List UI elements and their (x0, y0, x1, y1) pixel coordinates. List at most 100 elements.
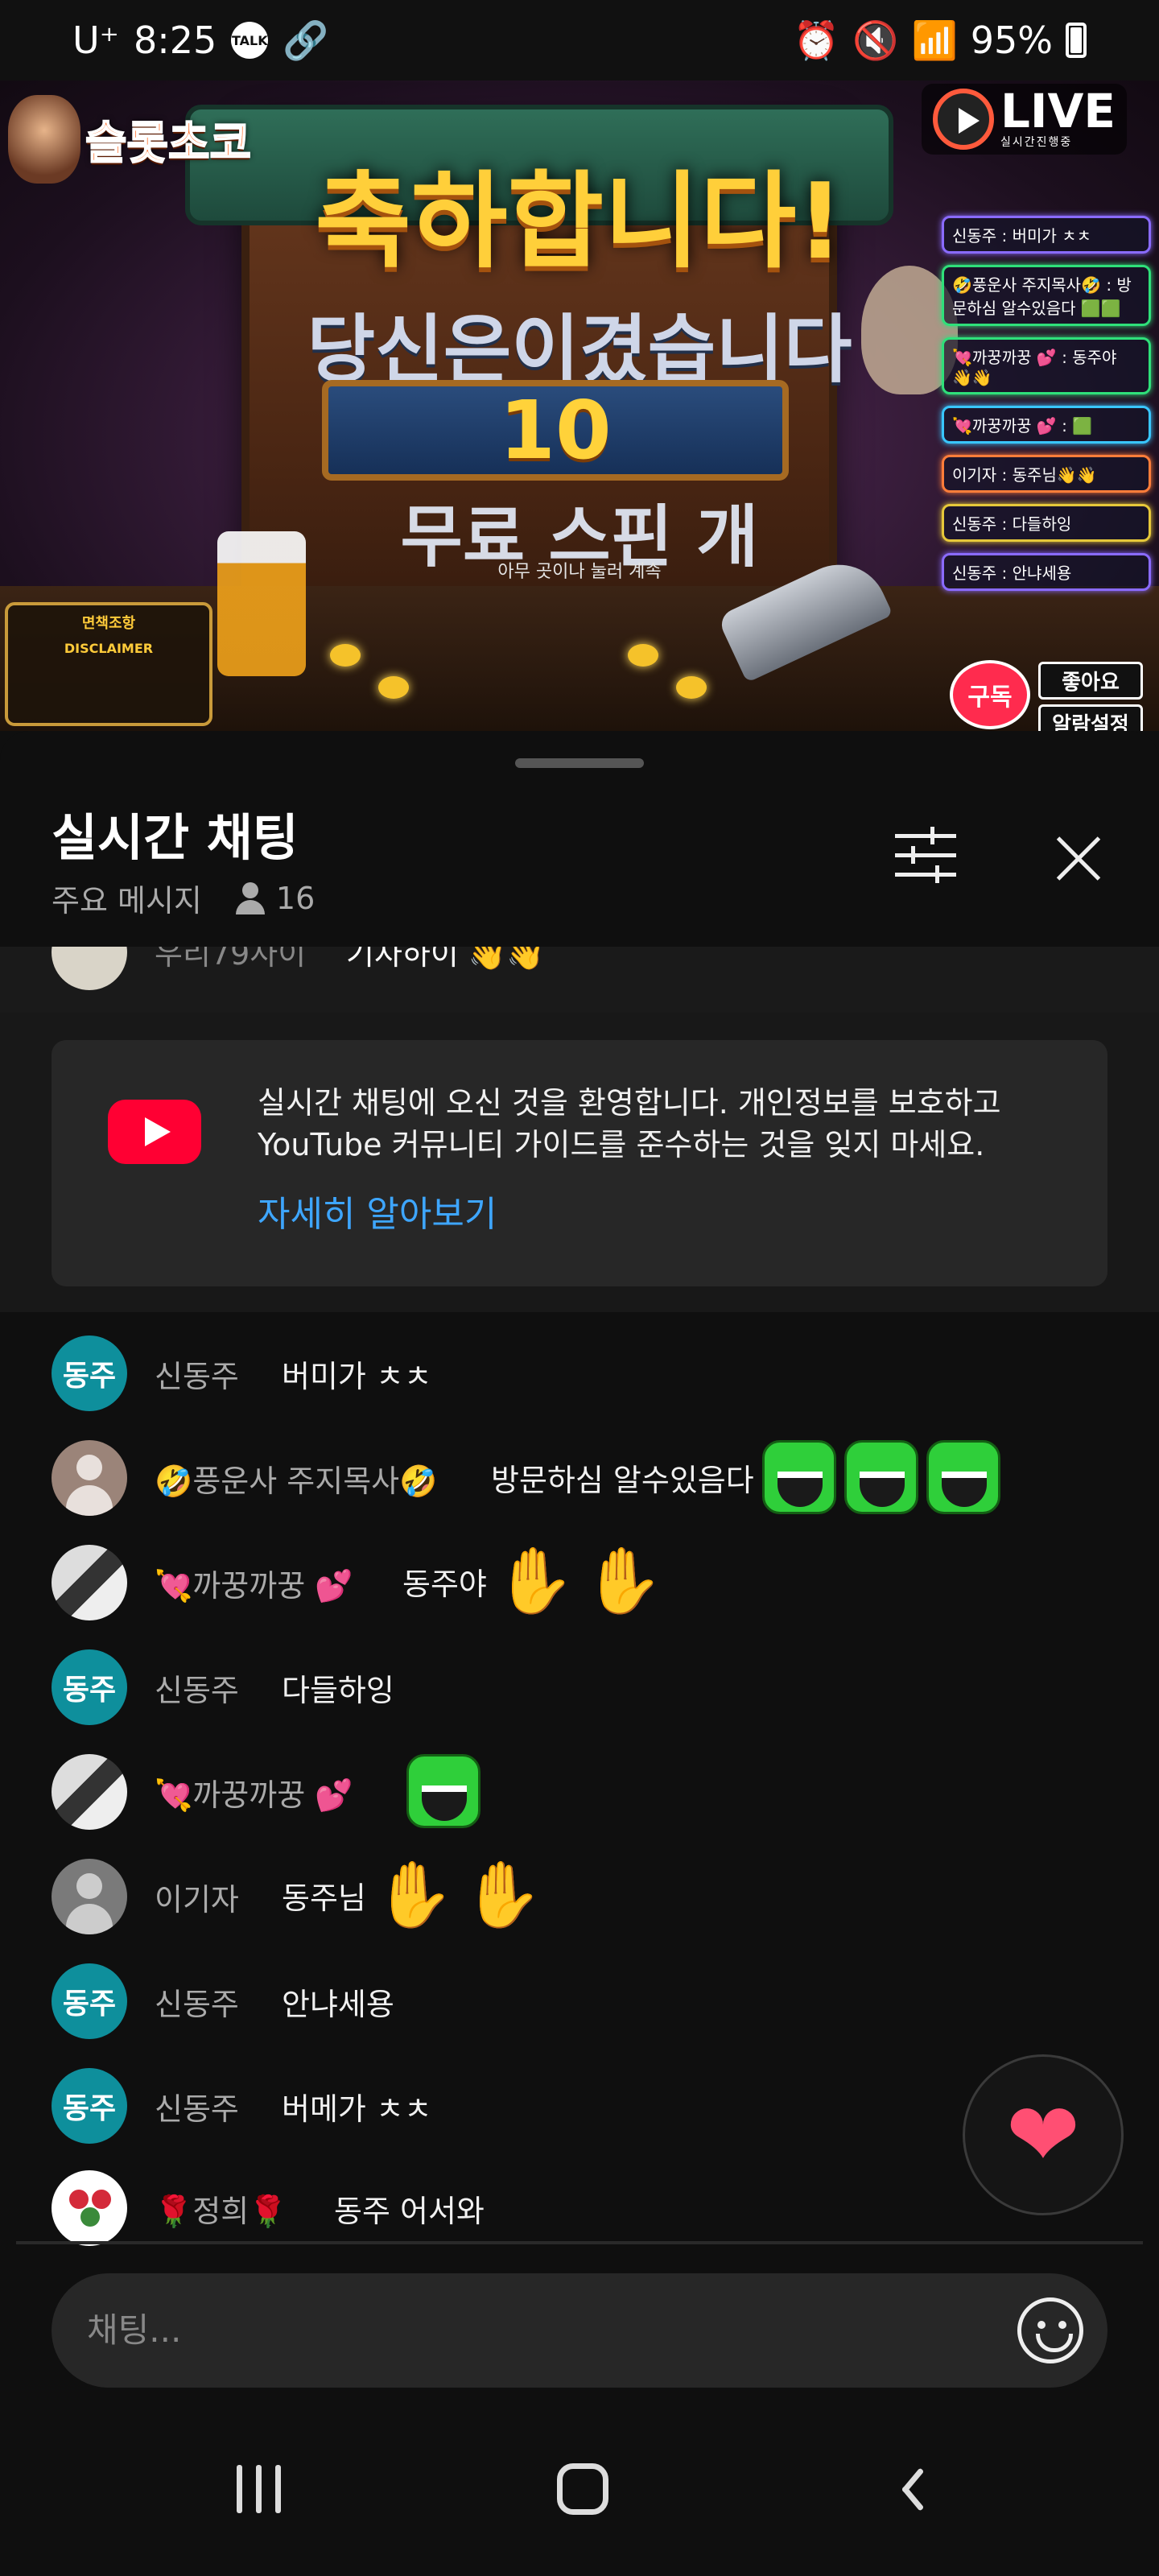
filter-icon-knob (930, 827, 934, 844)
carrier-label: U⁺ (72, 19, 119, 62)
message-author: 💘까꿍까꿍 💕 (155, 1568, 353, 1604)
avatar (52, 1754, 127, 1830)
message-author: 💘까꿍까꿍 💕 (155, 1777, 353, 1813)
chat-title: 실시간 채팅 (52, 808, 299, 867)
overlay-chat-item: 💘까꿍까꿍 💕 : 동주야 👋👋 (942, 337, 1151, 394)
message-body: 동주야 ✋ ✋ (402, 1545, 663, 1617)
chat-message[interactable]: 🤣풍운사 주지목사🤣 방문하심 알수있음다 (0, 1434, 1159, 1522)
like-reaction-button[interactable]: ❤ (963, 2054, 1124, 2215)
avatar (52, 1859, 127, 1934)
like-label: 좋아요 (1038, 662, 1143, 700)
overlay-chat-item: 🤣풍운사 주지목사🤣 : 방문하심 알수있음다 🟩🟩 (942, 265, 1151, 326)
waving-hand-icon: ✋ (462, 1857, 543, 1932)
status-bar: U⁺ 8:25 TALK 🔗 ⏰ 🔇 📶 95% (0, 0, 1159, 80)
live-badge: LIVE 실시간진행중 (921, 84, 1127, 155)
nav-recent-icon[interactable] (237, 2465, 285, 2513)
video-overlay-chat: 신동주 : 버미가 ㅊㅊ 🤣풍운사 주지목사🤣 : 방문하심 알수있음다 🟩🟩 … (942, 216, 1151, 591)
green-laugh-emoji-icon (926, 1440, 1000, 1514)
chat-input-bar (52, 2273, 1107, 2388)
avatar: 동주 (52, 1335, 127, 1411)
message-text: 동주 어서와 (334, 2194, 485, 2229)
nav-recent-bar (275, 2465, 281, 2513)
chat-mode-selector[interactable]: 주요 메시지 (52, 876, 202, 920)
avatar (52, 1545, 127, 1620)
filter-icon-knob (911, 846, 915, 864)
person-icon (234, 881, 266, 914)
coin-image (628, 644, 658, 667)
welcome-text: 실시간 채팅에 오신 것을 환영합니다. 개인정보를 보호하고 YouTube … (258, 1085, 1001, 1162)
subscribe-heart-badge: 구독 (950, 660, 1030, 729)
emoji-icon[interactable] (1017, 2297, 1083, 2363)
filter-icon-knob (935, 865, 939, 883)
filter-icon (895, 834, 956, 838)
chat-message[interactable]: 💘까꿍까꿍 💕 (0, 1748, 1159, 1836)
nav-home-icon[interactable] (557, 2463, 608, 2515)
waving-hand-icon: ✋ (494, 1543, 575, 1618)
overlay-chat-item: 신동주 : 안냐세용 (942, 553, 1151, 591)
message-body: 동주님 ✋ ✋ (282, 1859, 542, 1931)
message-author: 신동주 (155, 1987, 239, 2022)
play-icon (932, 89, 994, 150)
message-author: 🤣풍운사 주지목사🤣 (155, 1463, 438, 1499)
video-player[interactable]: 축하합니다! 당신은이겼습니다 10 무료 스핀 개 아무 곳이나 눌러 계속 … (0, 80, 1159, 731)
message-text: 안냐세용 (282, 1987, 394, 2022)
spins-count: 10 (322, 380, 789, 481)
overlay-chat-item: 신동주 : 다들하잉 (942, 504, 1151, 542)
chat-message[interactable]: 이기자 동주님 ✋ ✋ (0, 1852, 1159, 1941)
link-icon: 🔗 (283, 18, 329, 62)
chat-message[interactable]: 💘까꿍까꿍 💕 동주야 ✋ ✋ (0, 1538, 1159, 1627)
overlay-chat-item: 💘까꿍까꿍 💕 : 🟩 (942, 406, 1151, 444)
green-laugh-emoji-icon (843, 1440, 918, 1514)
message-text: 방문하심 알수있음다 (491, 1462, 754, 1498)
drag-handle[interactable] (515, 758, 644, 768)
avatar: 동주 (52, 2068, 127, 2144)
message-text: 다들하잉 (282, 1673, 394, 1708)
avatar (52, 2170, 127, 2246)
learn-more-link[interactable]: 자세히 알아보기 (258, 1185, 497, 1236)
coin-image (378, 676, 409, 699)
nav-recent-bar (237, 2465, 242, 2513)
disclaimer-title-en: DISCLAIMER (64, 641, 154, 656)
system-nav-bar (0, 2389, 1159, 2576)
chat-input[interactable] (87, 2297, 932, 2362)
like-alarm-box: 좋아요 알람설정 (1038, 662, 1143, 731)
beer-mug-image (217, 531, 306, 676)
divider (16, 2241, 1143, 2244)
live-chat-panel: 실시간 채팅 주요 메시지 16 우리79사이 기자하이 👋👋 실시간 채팅에 … (0, 731, 1159, 2576)
message-body: 방문하심 알수있음다 (491, 1440, 1000, 1514)
overlay-chat-item: 이기자 : 동주님👋👋 (942, 455, 1151, 493)
waving-hand-icon: ✋ (583, 1543, 664, 1618)
heart-icon: ❤ (1005, 2083, 1081, 2186)
wifi-icon: 📶 (911, 18, 958, 62)
chat-message[interactable]: 동주 신동주 다들하잉 (0, 1643, 1159, 1732)
alarm-label: 알람설정 (1038, 704, 1143, 731)
message-text: 버메가 ㅊㅊ (282, 2091, 432, 2127)
disclaimer-title: 면책조항 (81, 615, 136, 632)
message-text: 동주야 (402, 1566, 487, 1602)
avatar: 동주 (52, 1649, 127, 1725)
nav-recent-bar (256, 2465, 262, 2513)
avatar (52, 1440, 127, 1516)
nav-back-icon[interactable] (895, 2467, 927, 2512)
coin-image (676, 676, 707, 699)
channel-logo: 슬롯초코 (8, 95, 252, 184)
logo-text: 슬롯초코 (85, 117, 252, 171)
welcome-card: 실시간 채팅에 오신 것을 환영합니다. 개인정보를 보호하고 YouTube … (52, 1040, 1107, 1286)
waving-hand-icon: ✋ (373, 1857, 455, 1932)
filter-button[interactable] (895, 827, 959, 884)
chat-message-list[interactable]: 우리79사이 기자하이 👋👋 실시간 채팅에 오신 것을 환영합니다. 개인정보… (0, 947, 1159, 2158)
coin-image (330, 644, 361, 667)
battery-percent: 95% (970, 19, 1053, 62)
overlay-chat-item: 신동주 : 버미가 ㅊㅊ (942, 216, 1151, 254)
chat-message[interactable]: 동주 신동주 안냐세용 (0, 1957, 1159, 2046)
chat-message[interactable]: 동주 신동주 버미가 ㅊㅊ (0, 1329, 1159, 1418)
message-author: 신동주 (155, 1673, 239, 1708)
message-author: 이기자 (155, 1882, 239, 1918)
youtube-logo-icon (108, 1100, 201, 1164)
battery-icon (1066, 23, 1087, 58)
alarm-icon: ⏰ (793, 18, 840, 62)
close-icon[interactable] (1046, 828, 1111, 892)
viewer-count: 16 (234, 881, 315, 916)
disclaimer-box: 면책조항 DISCLAIMER (5, 602, 212, 726)
logo-character (8, 95, 80, 184)
